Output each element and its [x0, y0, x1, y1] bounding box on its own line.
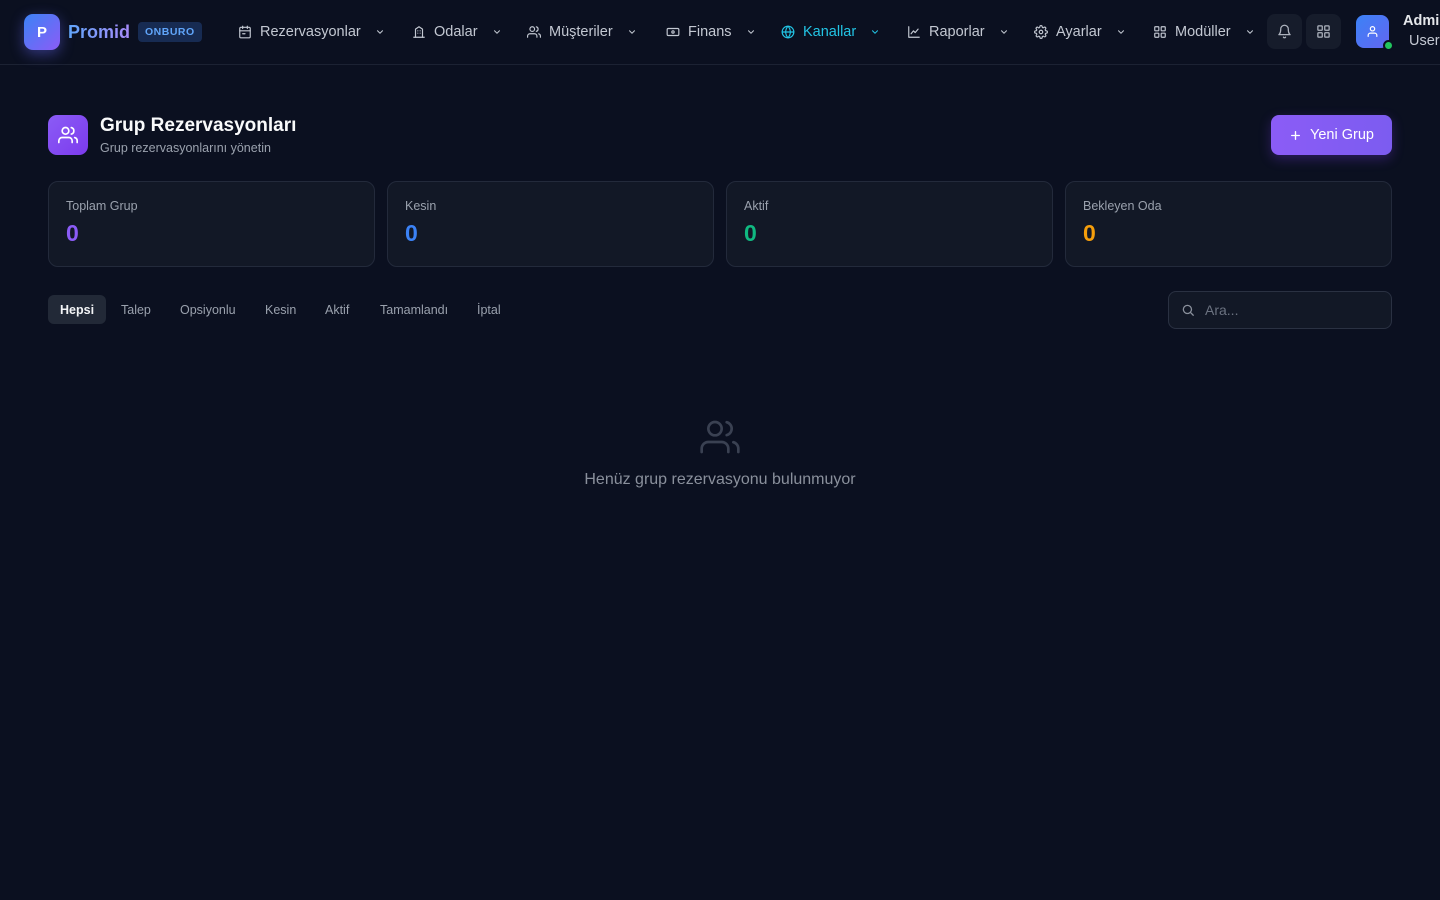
globe-icon [781, 25, 795, 39]
nav-item-label: Finans [688, 24, 732, 40]
avatar[interactable] [1356, 15, 1394, 51]
tab-iptal[interactable]: İptal [465, 295, 513, 324]
nav-item-rezervasyonlar[interactable]: Rezervasyonlar [238, 20, 385, 44]
logo-mark: P [24, 14, 60, 50]
nav-item-label: Raporlar [929, 24, 985, 40]
stat-value: 0 [66, 220, 79, 246]
chevron-down-icon [999, 27, 1009, 37]
nav-item-ayarlar[interactable]: Ayarlar [1034, 20, 1126, 44]
user-role: User [1409, 33, 1440, 49]
chevron-down-icon [870, 27, 880, 37]
nav-item-label: Kanallar [803, 24, 857, 40]
search-input[interactable] [1205, 302, 1375, 318]
stat-card-total-groups: Toplam Grup 0 [48, 181, 375, 267]
building-icon [412, 25, 426, 39]
user-menu[interactable]: Admin User [1403, 12, 1440, 51]
empty-state-message: Henüz grup rezervasyonu bulunmuyor [584, 471, 856, 488]
chevron-down-icon [375, 27, 385, 37]
chevron-down-icon [1116, 27, 1126, 37]
page-icon [48, 115, 88, 155]
tab-aktif[interactable]: Aktif [313, 295, 361, 324]
grid-icon [1153, 25, 1167, 39]
chart-icon [907, 25, 921, 39]
brand-badge: ONBURO [138, 22, 202, 42]
apps-grid-icon [1317, 25, 1330, 38]
search-icon [1182, 304, 1194, 316]
plus-icon [1291, 130, 1300, 140]
brand[interactable]: P Promid ONBURO [24, 14, 202, 50]
nav-item-moduller[interactable]: Modüller [1153, 20, 1255, 44]
chevron-down-icon [1245, 27, 1255, 37]
apps-button[interactable] [1306, 14, 1341, 49]
nav-item-label: Rezervasyonlar [260, 24, 361, 40]
stat-label: Kesin [405, 199, 437, 213]
users-icon [58, 126, 78, 144]
user-name: Admin [1403, 13, 1440, 29]
chevron-down-icon [627, 27, 637, 37]
nav-item-label: Ayarlar [1056, 24, 1102, 40]
stat-card-confirmed: Kesin 0 [387, 181, 714, 267]
stat-value: 0 [405, 220, 418, 246]
calendar-icon [238, 25, 252, 39]
tab-kesin[interactable]: Kesin [253, 295, 308, 324]
stat-card-active: Aktif 0 [726, 181, 1053, 267]
nav-item-kanallar[interactable]: Kanallar [781, 20, 880, 44]
search-box[interactable] [1168, 291, 1392, 329]
nav-item-label: Odalar [434, 24, 478, 40]
stat-card-pending-rooms: Bekleyen Oda 0 [1065, 181, 1392, 267]
nav-item-finans[interactable]: Finans [666, 20, 756, 44]
user-icon [1367, 26, 1378, 37]
nav-item-raporlar[interactable]: Raporlar [907, 20, 1009, 44]
tab-hepsi[interactable]: Hepsi [48, 295, 107, 324]
page-title: Grup Rezervasyonları [100, 115, 297, 136]
stat-value: 0 [1083, 220, 1096, 246]
nav-item-label: Müşteriler [549, 24, 613, 40]
nav-item-odalar[interactable]: Odalar [412, 20, 502, 44]
stat-label: Aktif [744, 199, 769, 213]
brand-name: Promid [68, 21, 131, 42]
online-status-dot [1383, 40, 1394, 51]
top-navigation-bar: P Promid ONBURO Rezervasyonlar Odalar Mü… [0, 0, 1440, 65]
tab-opsiyonlu[interactable]: Opsiyonlu [168, 295, 248, 324]
tab-tamamlandi[interactable]: Tamamlandı [368, 295, 460, 324]
gear-icon [1034, 25, 1048, 39]
stat-value: 0 [744, 220, 757, 246]
new-group-button[interactable]: Yeni Grup [1271, 115, 1392, 155]
nav-item-label: Modüller [1175, 24, 1231, 40]
chevron-down-icon [746, 27, 756, 37]
tab-talep[interactable]: Talep [109, 295, 163, 324]
banknote-icon [666, 25, 680, 39]
chevron-down-icon [492, 27, 502, 37]
notifications-button[interactable] [1267, 14, 1302, 49]
users-icon [700, 420, 740, 454]
nav-item-musteriler[interactable]: Müşteriler [527, 20, 637, 44]
new-group-button-label: Yeni Grup [1310, 127, 1374, 143]
users-icon [527, 25, 541, 39]
stat-label: Bekleyen Oda [1083, 199, 1162, 213]
stat-label: Toplam Grup [66, 199, 138, 213]
page-subtitle: Grup rezervasyonlarını yönetin [100, 141, 271, 155]
empty-state-icon [700, 417, 740, 457]
bell-icon [1278, 24, 1291, 39]
